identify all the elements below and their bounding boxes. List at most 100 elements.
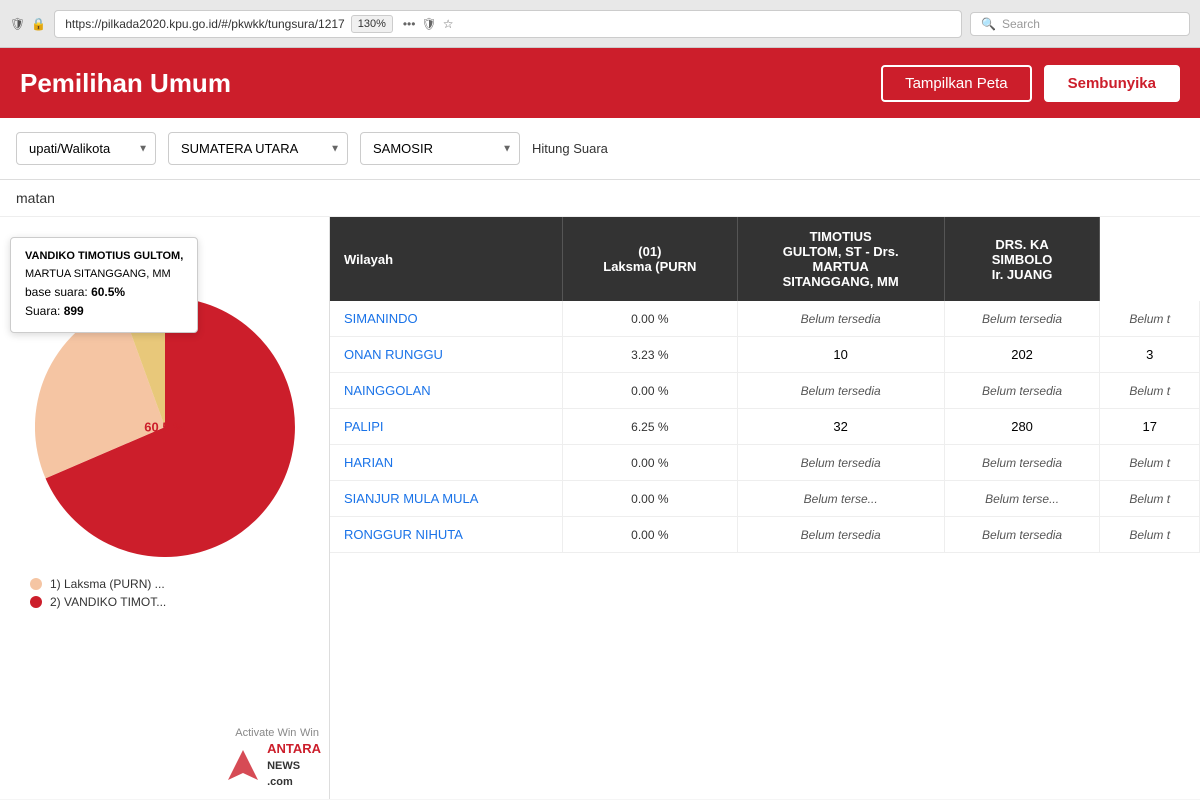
wilayah-link[interactable]: ONAN RUNGGU [344,347,443,362]
col-laksma: (01)Laksma (PURN [563,217,738,301]
cell-col1: Belum terse... [737,481,944,517]
cell-col2: Belum tersedia [944,301,1100,337]
cell-pct: 0.00 % [563,301,738,337]
chart-legend: 1) Laksma (PURN) ... 2) VANDIKO TIMOT... [20,577,309,609]
cell-wilayah[interactable]: SIMANINDO [330,301,563,337]
tooltip-suara-label: Suara: [25,304,60,318]
search-placeholder: Search [1002,17,1040,31]
cell-col2: 202 [944,337,1100,373]
antara-brand-text: ANTARA NEWS.com [267,741,321,789]
legend-label-2: 2) VANDIKO TIMOT... [50,595,166,609]
chart-tooltip: VANDIKO TIMOTIUS GULTOM, MARTUA SITANGGA… [10,237,198,333]
table-header-row: Wilayah (01)Laksma (PURN TIMOTIUSGULTOM,… [330,217,1200,301]
tooltip-base: base suara: 60.5% [25,283,183,302]
wilayah-link[interactable]: SIANJUR MULA MULA [344,491,478,506]
cell-col3: Belum t [1100,481,1200,517]
cell-pct: 0.00 % [563,517,738,553]
cell-wilayah[interactable]: NAINGGOLAN [330,373,563,409]
cell-col3: 3 [1100,337,1200,373]
col-wilayah: Wilayah [330,217,563,301]
browser-chrome: 🛡 🔒 https://pilkada2020.kpu.go.id/#/pkwk… [0,0,1200,48]
search-icon: 🔍 [981,17,996,31]
wilayah-link[interactable]: PALIPI [344,419,384,434]
table-row: RONGGUR NIHUTA 0.00 % Belum tersedia Bel… [330,517,1200,553]
cell-col3: Belum t [1100,517,1200,553]
cell-pct: 6.25 % [563,409,738,445]
cell-col1: Belum tersedia [737,445,944,481]
cell-wilayah[interactable]: HARIAN [330,445,563,481]
cell-col3: Belum t [1100,445,1200,481]
shield-verify-icon: 🛡 [421,17,436,31]
wilayah-link[interactable]: HARIAN [344,455,393,470]
legend-dot-2 [30,596,42,608]
pie-center-label: 60.5 % [144,420,184,435]
cell-col3: 17 [1100,409,1200,445]
cell-col1: Belum tersedia [737,517,944,553]
tooltip-subtitle: MARTUA SITANGGANG, MM [25,266,183,284]
kecamatan-text: matan [16,190,55,206]
cell-pct: 0.00 % [563,373,738,409]
browser-search-bar[interactable]: 🔍 Search [970,12,1190,36]
activate-text: Activate Win [235,727,296,739]
cell-col1: Belum tersedia [737,301,944,337]
cell-col2: Belum tersedia [944,517,1100,553]
cell-pct: 0.00 % [563,481,738,517]
cell-col3: Belum t [1100,301,1200,337]
legend-item-2: 2) VANDIKO TIMOT... [30,595,299,609]
antara-label: ANTARA [267,741,321,756]
tooltip-base-label: base suara: [25,285,88,299]
table-row: SIMANINDO 0.00 % Belum tersedia Belum te… [330,301,1200,337]
wilayah-link[interactable]: RONGGUR NIHUTA [344,527,463,542]
table-row: HARIAN 0.00 % Belum tersedia Belum terse… [330,445,1200,481]
filters-bar: upati/Walikota SUMATERA UTARA SAMOSIR Hi… [0,118,1200,180]
provinsi-filter[interactable]: SUMATERA UTARA [168,132,348,165]
app-title: Pemilihan Umum [20,68,231,99]
kabupaten-filter-wrapper: SAMOSIR [360,132,520,165]
shield-icon: 🛡 [10,17,25,31]
tooltip-suara: Suara: 899 [25,302,183,321]
legend-label-1: 1) Laksma (PURN) ... [50,577,165,591]
header-buttons: Tampilkan Peta Sembunyika [881,65,1180,102]
star-icon: ☆ [443,17,454,31]
cell-pct: 3.23 % [563,337,738,373]
browser-security-icons: 🛡 🔒 [10,17,46,31]
wilayah-link[interactable]: SIMANINDO [344,311,418,326]
legend-item-1: 1) Laksma (PURN) ... [30,577,299,591]
antara-logo-icon [223,745,263,785]
col-timotius: TIMOTIUSGULTOM, ST - Drs.MARTUASITANGGAN… [737,217,944,301]
tooltip-base-value: 60.5% [91,285,125,299]
main-content: VANDIKO TIMOTIUS GULTOM, MARTUA SITANGGA… [0,217,1200,799]
activate-windows: Activate Win Win [235,724,319,739]
cell-col2: Belum tersedia [944,373,1100,409]
table-side: Wilayah (01)Laksma (PURN TIMOTIUSGULTOM,… [330,217,1200,799]
table-row: SIANJUR MULA MULA 0.00 % Belum terse... … [330,481,1200,517]
cell-wilayah[interactable]: SIANJUR MULA MULA [330,481,563,517]
lock-icon: 🔒 [31,17,46,31]
wilayah-link[interactable]: NAINGGOLAN [344,383,431,398]
kecamatan-section: matan [0,180,1200,217]
table-row: ONAN RUNGGU 3.23 % 10 202 3 [330,337,1200,373]
cell-col2: 280 [944,409,1100,445]
hitung-suara-label: Hitung Suara [532,141,608,156]
cell-wilayah[interactable]: PALIPI [330,409,563,445]
cell-wilayah[interactable]: ONAN RUNGGU [330,337,563,373]
chart-side: VANDIKO TIMOTIUS GULTOM, MARTUA SITANGGA… [0,217,330,799]
cell-pct: 0.00 % [563,445,738,481]
tampilkan-peta-button[interactable]: Tampilkan Peta [881,65,1032,102]
tooltip-suara-value: 899 [64,304,84,318]
cell-col1: 32 [737,409,944,445]
cell-col2: Belum tersedia [944,445,1100,481]
level-filter[interactable]: upati/Walikota [16,132,156,165]
table-row: NAINGGOLAN 0.00 % Belum tersedia Belum t… [330,373,1200,409]
kabupaten-filter[interactable]: SAMOSIR [360,132,520,165]
address-bar[interactable]: https://pilkada2020.kpu.go.id/#/pkwkk/tu… [54,10,962,38]
cell-col1: 10 [737,337,944,373]
cell-wilayah[interactable]: RONGGUR NIHUTA [330,517,563,553]
cell-col1: Belum tersedia [737,373,944,409]
legend-dot-1 [30,578,42,590]
antara-watermark: ANTARA NEWS.com [223,741,321,789]
cell-col3: Belum t [1100,373,1200,409]
app-header: Pemilihan Umum Tampilkan Peta Sembunyika [0,48,1200,118]
pie-chart-container: 60.5 % [35,297,295,557]
sembunyika-button[interactable]: Sembunyika [1044,65,1180,102]
